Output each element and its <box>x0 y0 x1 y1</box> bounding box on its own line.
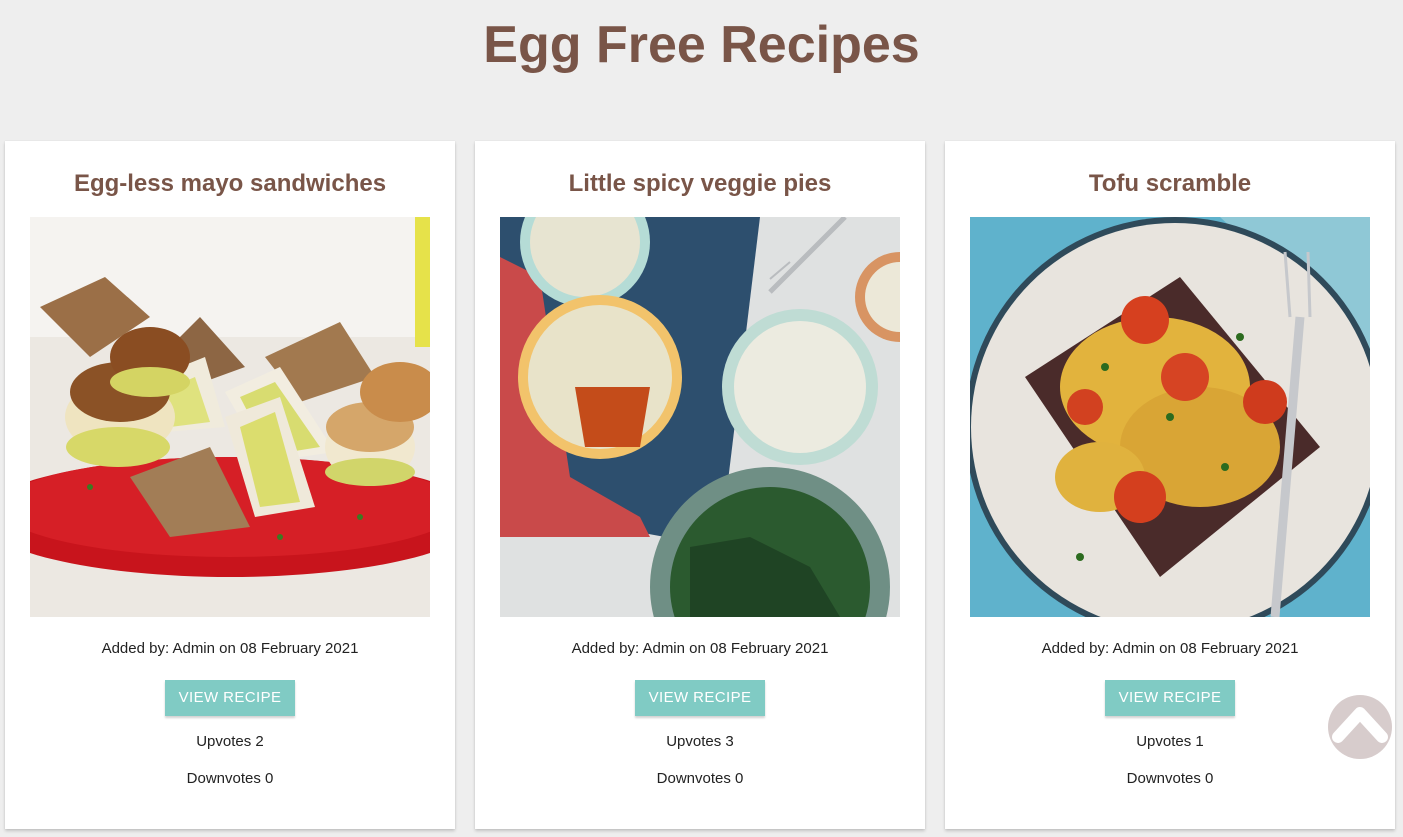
added-by-text: Added by: Admin on 08 February 2021 <box>571 640 829 657</box>
upvotes-count: Upvotes 3 <box>666 733 734 750</box>
scroll-to-top-button[interactable] <box>1328 695 1392 759</box>
recipe-card: Egg-less mayo sandwiches Added by: Admin… <box>5 141 455 829</box>
view-recipe-button[interactable]: View Recipe <box>635 680 765 716</box>
view-recipe-button[interactable]: View Recipe <box>1105 680 1235 716</box>
recipe-title: Little spicy veggie pies <box>568 170 832 197</box>
recipe-card: Little spicy veggie pies Added by: Admin… <box>475 141 925 829</box>
view-recipe-button[interactable]: View Recipe <box>165 680 295 716</box>
downvotes-count: Downvotes 0 <box>1126 770 1214 787</box>
page-title: Egg Free Recipes <box>483 16 920 74</box>
chevron-up-icon <box>1332 707 1388 743</box>
upvotes-count: Upvotes 2 <box>196 733 264 750</box>
downvotes-count: Downvotes 0 <box>186 770 274 787</box>
recipe-title: Tofu scramble <box>1088 170 1252 197</box>
downvotes-count: Downvotes 0 <box>656 770 744 787</box>
recipe-image <box>970 217 1370 617</box>
added-by-text: Added by: Admin on 08 February 2021 <box>1041 640 1299 657</box>
recipe-image <box>30 217 430 617</box>
recipe-image <box>500 217 900 617</box>
added-by-text: Added by: Admin on 08 February 2021 <box>101 640 359 657</box>
recipe-title: Egg-less mayo sandwiches <box>73 170 387 197</box>
